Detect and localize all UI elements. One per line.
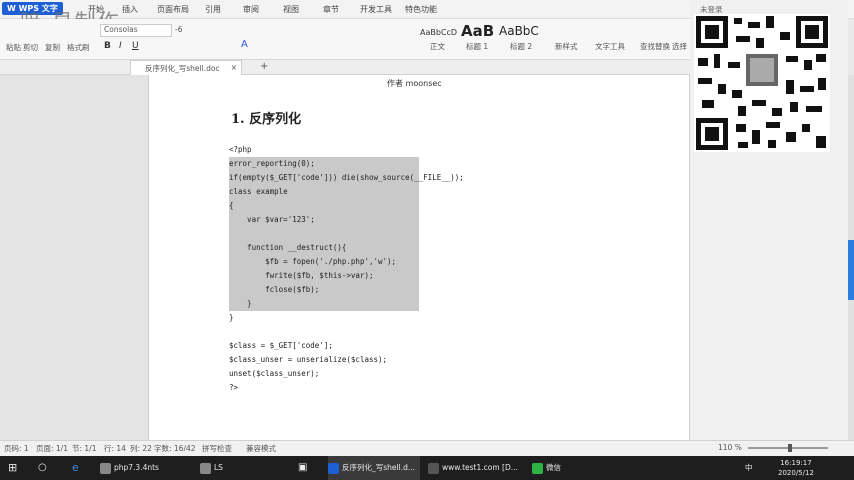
code-line: $class = $_GET['code']; <box>229 341 333 350</box>
status-page: 页码: 1 <box>4 444 29 453</box>
code-line: var $var='123'; <box>229 213 419 227</box>
taskbar-item-php-label: php7.3.4nts <box>114 463 159 472</box>
cut-button[interactable]: 剪切 <box>23 42 38 53</box>
code-line: $class_unser = unserialize($class); <box>229 355 388 364</box>
menu-features[interactable]: 特色功能 <box>405 4 437 15</box>
ime-language-indicator[interactable]: 中 <box>745 456 753 480</box>
spell-check-button[interactable]: 拼写检查 <box>202 443 232 454</box>
taskbar-item-ls[interactable]: LS <box>200 456 223 480</box>
browser-icon <box>428 462 439 474</box>
font-color-icon[interactable]: A <box>241 39 248 50</box>
code-line: <?php <box>229 145 252 154</box>
style-heading1-preview[interactable]: AaB <box>461 22 494 40</box>
paste-button[interactable]: 粘贴 <box>6 42 21 53</box>
qr-code-image <box>694 14 830 152</box>
font-name-select[interactable]: Consolas <box>100 24 172 37</box>
code-line: { <box>229 199 419 213</box>
style-heading2-preview[interactable]: AaBbC <box>499 24 539 38</box>
bold-button[interactable]: B <box>104 41 111 51</box>
edge-browser-icon[interactable]: e <box>72 456 79 480</box>
menu-page-layout[interactable]: 页面布局 <box>157 4 189 15</box>
file-explorer-icon[interactable]: ▣ <box>298 456 307 480</box>
taskbar-item-browser[interactable]: www.test1.com [D... <box>428 456 518 480</box>
taskbar-item-php[interactable]: php7.3.4nts <box>100 456 159 480</box>
status-pages: 页面: 1/1 <box>36 444 68 453</box>
vertical-scrollbar-thumb[interactable] <box>848 240 854 300</box>
wps-icon <box>328 462 339 474</box>
qr-code-graphic <box>696 16 828 150</box>
style-heading1-label: 标题 1 <box>466 42 489 51</box>
zoom-level[interactable]: 110 % <box>718 443 742 452</box>
taskbar-item-ls-label: LS <box>214 463 223 472</box>
code-line: ?> <box>229 383 239 392</box>
status-words: 字数: 16/42 <box>154 444 196 453</box>
windows-start-icon[interactable]: ⊞ <box>8 456 17 480</box>
close-tab-icon[interactable]: × <box>231 63 237 72</box>
code-line: fwrite($fb, $this->var); <box>229 269 419 283</box>
code-line: } <box>229 313 234 322</box>
page-heading: 1. 反序列化 <box>231 112 302 127</box>
select-button[interactable]: 选择 <box>672 41 687 52</box>
code-line: if(empty($_GET['code'])) die(show_source… <box>229 171 464 185</box>
style-normal-preview[interactable]: AaBbCcD <box>420 28 457 37</box>
menu-insert[interactable]: 插入 <box>122 4 138 15</box>
italic-button[interactable]: I <box>119 41 122 51</box>
font-size-select[interactable]: -6 <box>175 25 182 34</box>
taskbar-item-wechat-label: 微信 <box>546 463 561 472</box>
status-mode: 兼容模式 <box>246 444 276 453</box>
format-painter-button[interactable]: 格式刷 <box>67 42 90 53</box>
text-tools-button[interactable]: 文字工具 <box>595 41 625 52</box>
font-name-value: Consolas <box>104 25 138 34</box>
code-line: } <box>229 297 419 311</box>
clock-date: 2020/5/12 <box>778 469 814 477</box>
folder-icon <box>100 462 111 474</box>
document-page[interactable]: 作者 moonsec 1. 反序列化 <?php error_reporting(… <box>148 75 690 440</box>
style-normal-label: 正文 <box>430 42 445 51</box>
status-col: 列: 22 <box>130 444 152 453</box>
code-line: function __destruct(){ <box>229 241 419 255</box>
document-tab[interactable]: 反序列化_写shell.doc × <box>130 60 242 75</box>
code-line <box>229 227 419 241</box>
code-line: $fb = fopen('./php.php','w'); <box>229 255 419 269</box>
code-line: class example <box>229 185 419 199</box>
taskbar-item-wps[interactable]: 反序列化_写shell.d... <box>328 456 420 480</box>
taskbar-item-wechat[interactable]: 微信 <box>532 456 561 480</box>
status-row: 行: 14 <box>104 444 126 453</box>
new-style-button[interactable]: 新样式 <box>555 41 578 52</box>
document-tab-strip <box>0 60 690 75</box>
find-replace-button[interactable]: 查找替换 <box>640 41 670 52</box>
menu-view[interactable]: 视图 <box>283 4 299 15</box>
code-line: error_reporting(0); <box>229 157 419 171</box>
code-line: unset($class_unser); <box>229 369 320 378</box>
clock-time: 16:19:17 <box>780 459 812 467</box>
search-icon[interactable]: ○ <box>38 456 47 480</box>
taskbar-item-browser-label: www.test1.com [D... <box>442 463 518 472</box>
status-section: 节: 1/1 <box>72 444 97 453</box>
menu-reference[interactable]: 引用 <box>205 4 221 15</box>
clock[interactable]: 16:19:17 2020/5/12 <box>778 458 814 478</box>
folder-icon <box>200 462 211 474</box>
code-line: fclose($fb); <box>229 283 419 297</box>
copy-button[interactable]: 复制 <box>45 42 60 53</box>
document-tab-title: 反序列化_写shell.doc <box>145 64 220 73</box>
underline-button[interactable]: U <box>132 41 139 51</box>
taskbar-item-wps-label: 反序列化_写shell.d... <box>342 463 415 472</box>
menu-review[interactable]: 审阅 <box>243 4 259 15</box>
new-tab-icon[interactable]: + <box>260 61 268 72</box>
menu-chapter[interactable]: 章节 <box>323 4 339 15</box>
author-line: 作者 moonsec <box>387 79 442 88</box>
style-heading2-label: 标题 2 <box>510 42 533 51</box>
wechat-icon <box>532 462 543 474</box>
zoom-slider-handle[interactable] <box>788 444 792 452</box>
code-block: <?php error_reporting(0); if(empty($_GET['… <box>229 143 559 395</box>
menu-developer[interactable]: 开发工具 <box>360 4 392 15</box>
